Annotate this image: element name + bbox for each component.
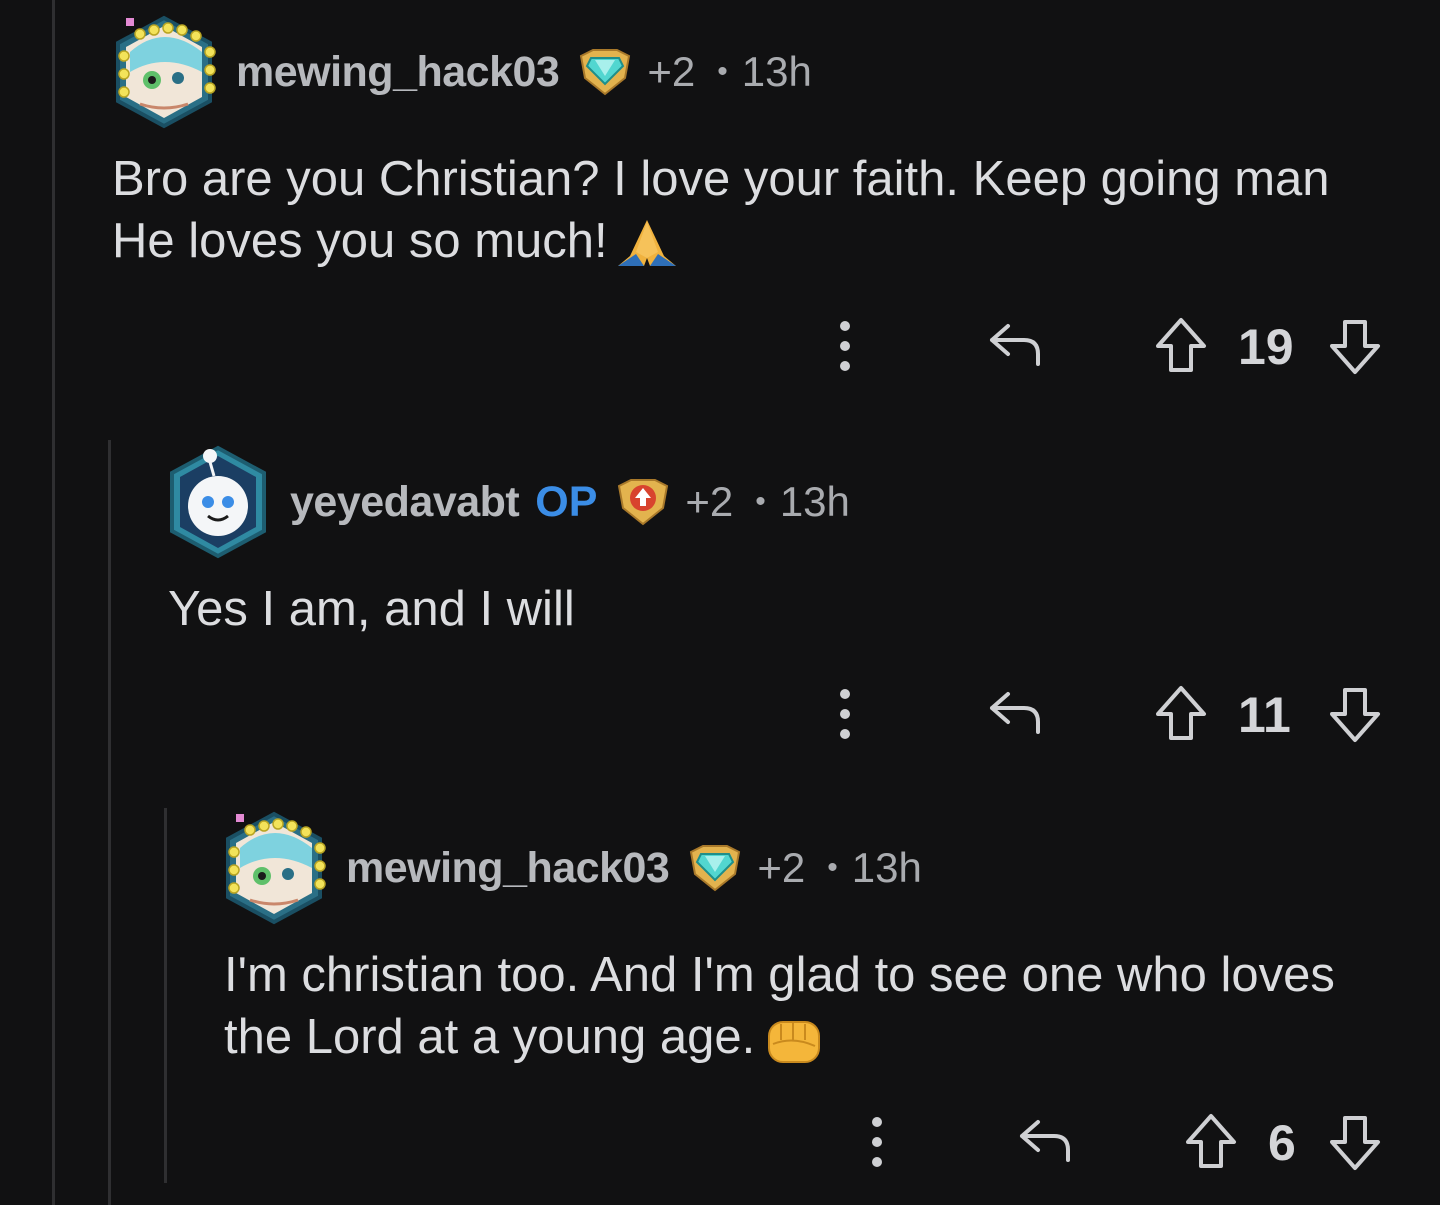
praying-hands-icon <box>616 218 678 270</box>
karma-badge: +2 <box>757 844 806 891</box>
op-label: OP <box>535 477 598 526</box>
upvote-icon[interactable] <box>1184 1112 1238 1175</box>
comment-body: I'm christian too. And I'm glad to see o… <box>224 944 1344 1068</box>
reply-icon[interactable] <box>1016 1116 1072 1171</box>
upvote-shield-flair-icon[interactable] <box>615 476 671 528</box>
karma-badge: +2 <box>647 48 696 95</box>
upvote-icon[interactable] <box>1154 316 1208 379</box>
upvote-icon[interactable] <box>1154 684 1208 747</box>
comment-actions: 6 <box>850 1108 1410 1178</box>
comment-body: Bro are you Christian? I love your faith… <box>112 148 1332 272</box>
comment-age: 13h <box>741 48 812 95</box>
comment-text: Bro are you Christian? I love your faith… <box>112 152 1330 268</box>
separator-dot: • <box>827 851 838 884</box>
username[interactable]: yeyedavabt <box>290 478 520 527</box>
downvote-icon[interactable] <box>1328 686 1382 749</box>
downvote-icon[interactable] <box>1328 1114 1382 1177</box>
comment-actions: 19 <box>820 312 1400 382</box>
vote-count: 19 <box>1238 319 1294 375</box>
avatar-mewing-hack03-icon[interactable] <box>110 12 218 132</box>
more-options-icon[interactable] <box>830 684 860 749</box>
fist-icon <box>763 1014 825 1066</box>
vote-count: 6 <box>1268 1115 1296 1171</box>
comment-body: Yes I am, and I will <box>168 578 1348 640</box>
comment-text: Yes I am, and I will <box>168 582 575 636</box>
vote-count: 11 <box>1238 687 1291 743</box>
diamond-shield-flair-icon[interactable] <box>577 46 633 98</box>
avatar-snoo-icon[interactable] <box>164 442 272 562</box>
username[interactable]: mewing_hack03 <box>236 48 560 97</box>
reply-icon[interactable] <box>986 688 1042 743</box>
comment-actions: 11 <box>820 680 1400 750</box>
thread-line-level-1[interactable] <box>52 0 55 1205</box>
thread-line-level-3[interactable] <box>164 808 167 1183</box>
comment-age: 13h <box>851 844 922 891</box>
downvote-icon[interactable] <box>1328 318 1382 381</box>
avatar-mewing-hack03-icon[interactable] <box>220 808 328 928</box>
more-options-icon[interactable] <box>830 316 860 381</box>
separator-dot: • <box>717 55 728 88</box>
comment-header: mewing_hack03 +2 • 13h <box>110 12 812 132</box>
username[interactable]: mewing_hack03 <box>346 844 670 893</box>
comment-age: 13h <box>779 478 850 525</box>
more-options-icon[interactable] <box>862 1112 892 1177</box>
diamond-shield-flair-icon[interactable] <box>687 842 743 894</box>
reply-icon[interactable] <box>986 320 1042 375</box>
comment-header: yeyedavabt OP +2 • 13h <box>164 442 850 562</box>
separator-dot: • <box>755 485 766 518</box>
thread-line-level-2[interactable] <box>108 440 111 1205</box>
karma-badge: +2 <box>685 478 734 525</box>
comment-header: mewing_hack03 +2 • 13h <box>220 808 922 928</box>
